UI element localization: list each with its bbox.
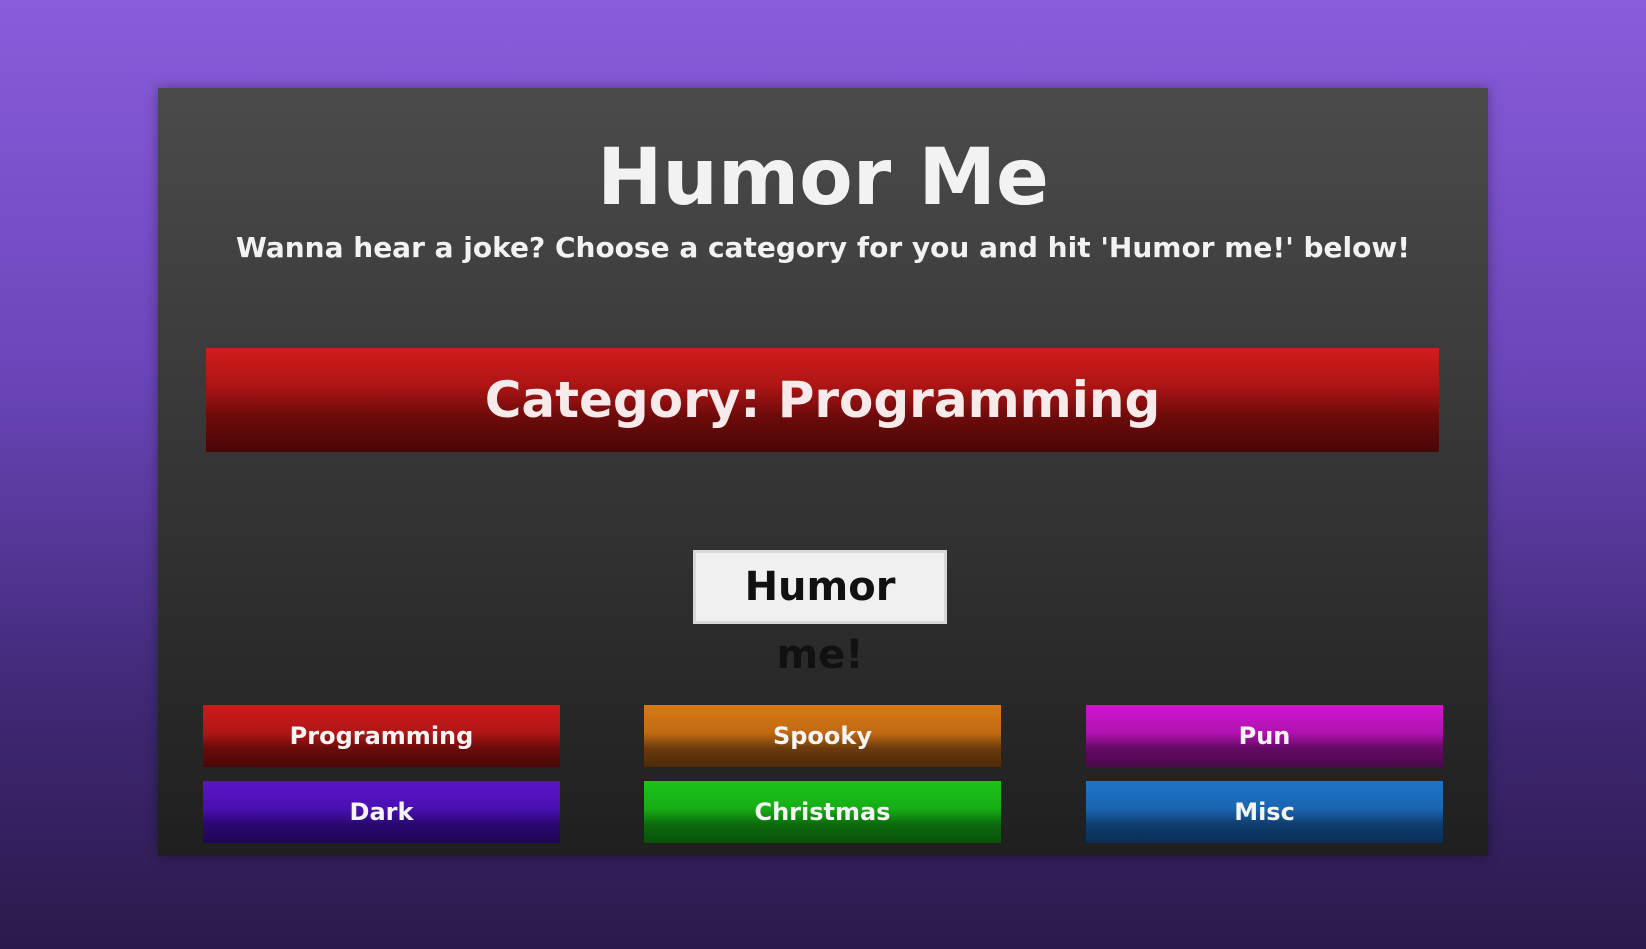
humor-me-button[interactable]: Humor me! [693,550,947,678]
page-subtitle: Wanna hear a joke? Choose a category for… [235,231,1411,264]
category-button-christmas[interactable]: Christmas [644,781,1001,843]
joke-card: Humor Me Wanna hear a joke? Choose a cat… [158,88,1488,856]
selected-category-banner: Category: Programming [206,348,1439,452]
page-title: Humor Me [597,133,1049,223]
category-button-dark[interactable]: Dark [203,781,560,843]
category-button-programming[interactable]: Programming [203,705,560,767]
category-button-misc[interactable]: Misc [1086,781,1443,843]
category-button-spooky[interactable]: Spooky [644,705,1001,767]
category-button-pun[interactable]: Pun [1086,705,1443,767]
